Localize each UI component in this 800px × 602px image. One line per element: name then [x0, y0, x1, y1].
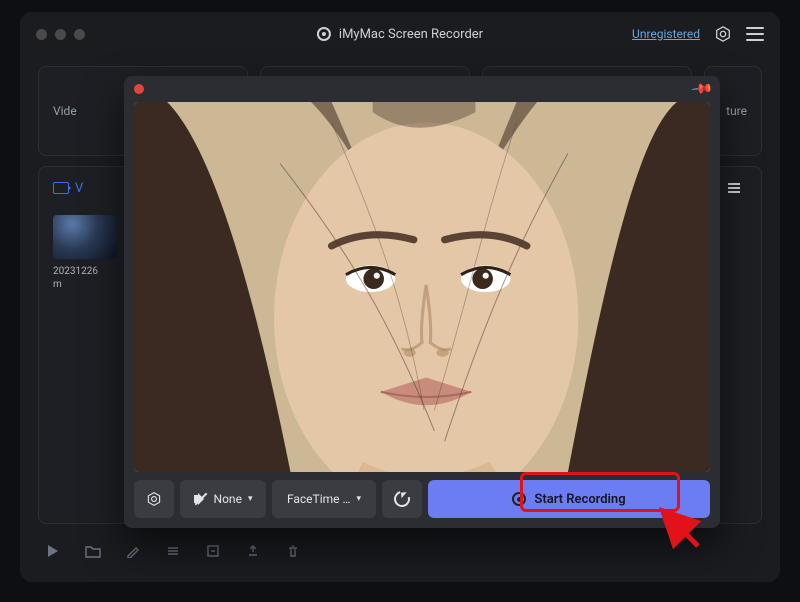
start-recording-button[interactable]: Start Recording: [428, 480, 710, 518]
edit-button[interactable]: [124, 542, 142, 560]
traffic-min-icon[interactable]: [55, 29, 66, 40]
panel-title-fragment: V: [75, 181, 83, 196]
app-title-text: iMyMac Screen Recorder: [339, 27, 483, 42]
modal-settings-button[interactable]: [134, 480, 174, 518]
mute-icon: [194, 492, 208, 506]
tab-label-fragment: Vide: [53, 104, 77, 118]
chevron-down-icon: ▾: [248, 494, 253, 504]
camera-icon: [53, 182, 69, 194]
main-window: iMyMac Screen Recorder Unregistered Vide…: [20, 12, 780, 582]
traffic-max-icon[interactable]: [74, 29, 85, 40]
camera-preview: [134, 102, 710, 472]
thumbnail-caption: 20231226 m: [53, 265, 123, 291]
record-icon: [512, 492, 526, 506]
tab-label-fragment: ture: [726, 104, 747, 118]
reset-button[interactable]: [382, 480, 422, 518]
list-icon: [728, 183, 740, 193]
start-recording-label: Start Recording: [534, 492, 625, 507]
audio-source-label: None: [214, 492, 242, 506]
camera-device-dropdown[interactable]: FaceTime … ▾: [272, 480, 376, 518]
undo-icon: [391, 488, 413, 510]
window-traffic-lights[interactable]: [36, 29, 85, 40]
bottom-toolbar: [38, 534, 762, 568]
audio-source-dropdown[interactable]: None ▾: [180, 480, 266, 518]
traffic-close-icon[interactable]: [36, 29, 47, 40]
thumbnail-image: [53, 215, 117, 259]
play-button[interactable]: [44, 542, 62, 560]
recording-indicator-icon: [134, 84, 144, 94]
tool-button-2[interactable]: [204, 542, 222, 560]
folder-button[interactable]: [84, 542, 102, 560]
chevron-down-icon: ▾: [357, 494, 362, 504]
modal-titlebar: 📌: [124, 76, 720, 102]
pin-button[interactable]: 📌: [689, 77, 713, 100]
list-view-button[interactable]: [721, 177, 747, 199]
menu-icon[interactable]: [746, 27, 764, 41]
camera-device-label: FaceTime …: [287, 492, 351, 506]
unregistered-link[interactable]: Unregistered: [632, 27, 700, 41]
play-icon: [48, 545, 58, 557]
app-logo-icon: [317, 27, 331, 41]
modal-controls: None ▾ FaceTime … ▾ Start Recording: [124, 472, 720, 528]
delete-button[interactable]: [284, 542, 302, 560]
settings-hex-icon[interactable]: [714, 25, 732, 43]
tool-button-3[interactable]: [244, 542, 262, 560]
webcam-recorder-modal: 📌: [124, 76, 720, 528]
titlebar: iMyMac Screen Recorder Unregistered: [20, 12, 780, 56]
tool-button-1[interactable]: [164, 542, 182, 560]
app-title: iMyMac Screen Recorder: [317, 27, 483, 42]
recording-thumbnail[interactable]: 20231226 m: [53, 215, 123, 291]
